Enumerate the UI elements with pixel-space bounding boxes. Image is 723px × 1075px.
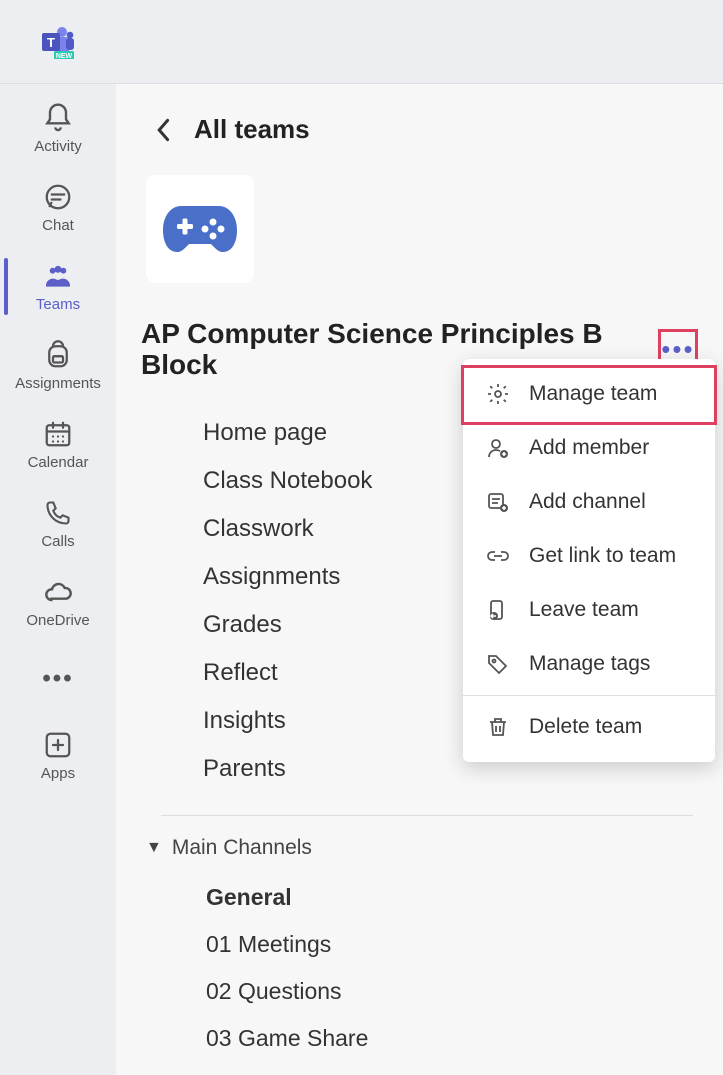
menu-divider [463,695,715,696]
cloud-icon [42,576,74,608]
menu-get-link[interactable]: Get link to team [463,529,715,583]
channel-general[interactable]: General [206,874,698,921]
menu-label: Add member [529,436,649,460]
rail-item-assignments[interactable]: Assignments [0,331,116,400]
rail-item-apps[interactable]: Apps [0,721,116,790]
teams-logo: T NEW [40,25,74,59]
bell-icon [42,102,74,134]
menu-label: Manage tags [529,652,650,676]
menu-manage-tags[interactable]: Manage tags [463,637,715,691]
tag-icon [485,651,511,677]
channel-03-game-share[interactable]: 03 Game Share [206,1015,698,1062]
menu-label: Add channel [529,490,646,514]
app-rail: Activity Chat Teams [0,84,116,1075]
content-panel: All teams AP Computer Science Principles… [116,84,723,1075]
top-bar: T NEW [0,0,723,84]
channel-add-icon [485,489,511,515]
caret-down-icon: ▼ [146,839,162,857]
menu-add-channel[interactable]: Add channel [463,475,715,529]
channels-section-header[interactable]: ▼ Main Channels [141,816,698,874]
gamepad-icon [161,202,239,256]
svg-text:T: T [47,35,55,50]
chat-icon [42,181,74,213]
gear-icon [485,381,511,407]
team-avatar[interactable] [146,175,254,283]
backpack-icon [42,339,74,371]
leave-icon [485,597,511,623]
back-to-all-teams[interactable]: All teams [141,114,698,145]
menu-manage-team[interactable]: Manage team [463,367,715,421]
channels-section-label: Main Channels [172,836,312,860]
people-icon [42,260,74,292]
menu-leave-team[interactable]: Leave team [463,583,715,637]
rail-item-calls[interactable]: Calls [0,489,116,558]
calendar-icon [42,418,74,450]
rail-item-activity[interactable]: Activity [0,94,116,163]
rail-item-onedrive[interactable]: OneDrive [0,568,116,637]
trash-icon [485,714,511,740]
link-icon [485,543,511,569]
channel-list: General 01 Meetings 02 Questions 03 Game… [141,874,698,1062]
rail-item-calendar[interactable]: Calendar [0,410,116,479]
chevron-left-icon [156,118,172,142]
person-add-icon [485,435,511,461]
rail-item-chat[interactable]: Chat [0,173,116,242]
svg-text:NEW: NEW [56,53,73,59]
menu-label: Get link to team [529,544,676,568]
menu-label: Leave team [529,598,639,622]
channel-01-meetings[interactable]: 01 Meetings [206,921,698,968]
ellipsis-icon: ••• [42,665,73,693]
team-context-menu: Manage team Add member Add channel Get l… [463,359,715,762]
menu-delete-team[interactable]: Delete team [463,700,715,754]
rail-item-more[interactable]: ••• [0,647,116,711]
rail-item-teams[interactable]: Teams [0,252,116,321]
back-label: All teams [194,114,310,145]
phone-icon [42,497,74,529]
menu-add-member[interactable]: Add member [463,421,715,475]
menu-label: Delete team [529,715,642,739]
menu-label: Manage team [529,382,657,406]
channel-02-questions[interactable]: 02 Questions [206,968,698,1015]
apps-icon [42,729,74,761]
